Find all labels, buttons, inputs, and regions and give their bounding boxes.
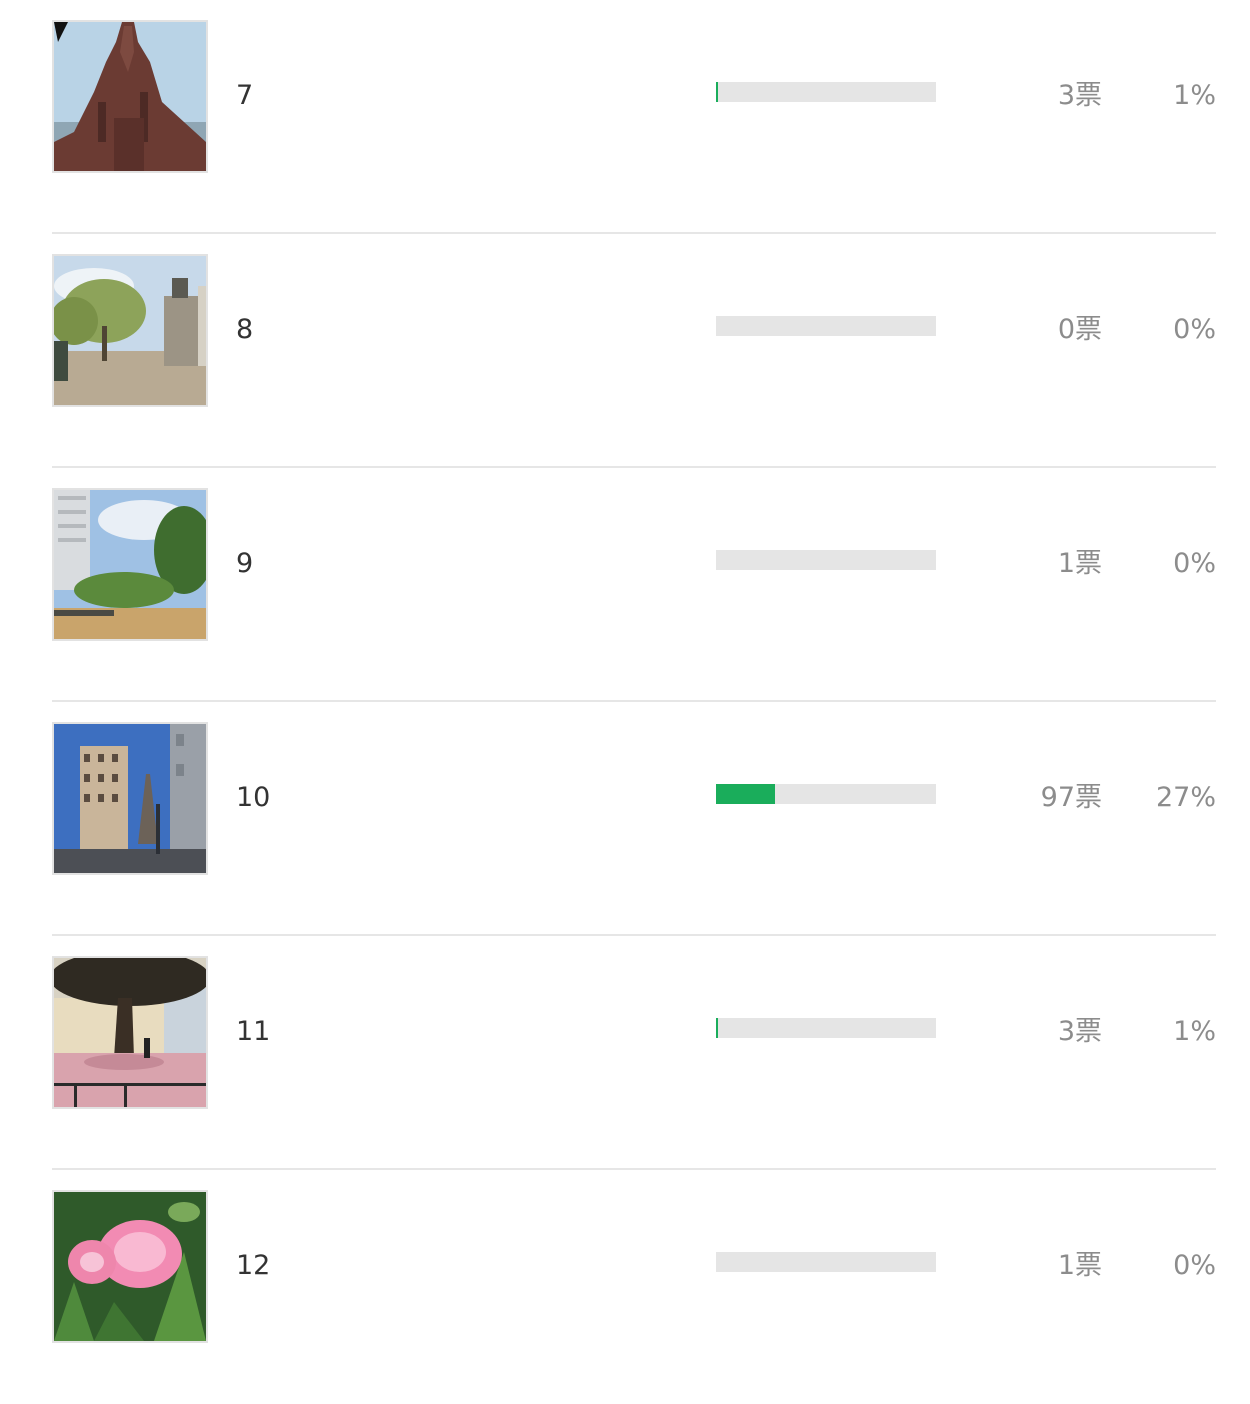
vote-count: 3票 [1057,80,1102,111]
option-number: 12 [236,1250,271,1281]
option-number: 7 [236,80,254,111]
vote-progress-bar [716,1018,936,1038]
cathedral-photo[interactable] [52,20,208,173]
option-number: 11 [236,1016,271,1047]
vote-count: 3票 [1057,1016,1102,1047]
vote-option-row[interactable]: 9 1票 0% [52,468,1216,702]
option-number: 8 [236,314,254,345]
vote-option-row[interactable]: 10 97票 27% [52,702,1216,936]
vote-progress-bar [716,316,936,336]
vote-progress-bar [716,82,936,102]
vote-percent: 1% [1173,1016,1216,1047]
vote-percent: 1% [1173,80,1216,111]
vote-count: 0票 [1057,314,1102,345]
vote-count: 1票 [1057,1250,1102,1281]
vote-option-row[interactable]: 11 3票 1% [52,936,1216,1170]
vote-progress-fill [716,82,719,102]
vote-progress-bar [716,550,936,570]
vote-percent: 0% [1173,1250,1216,1281]
option-number: 10 [236,782,271,813]
vote-option-row[interactable]: 12 1票 0% [52,1170,1216,1404]
vote-progress-fill [716,1018,719,1038]
option-number: 9 [236,548,254,579]
vote-results-list: 7 3票 1% 8 0票 0% 9 1票 0% 10 97票 27% 11 3票… [52,0,1216,1404]
vote-percent: 0% [1173,548,1216,579]
vote-progress-bar [716,1252,936,1272]
square-statue-photo[interactable] [52,254,208,407]
blossom-tree-photo[interactable] [52,956,208,1109]
vote-count: 97票 [1040,782,1102,813]
vote-progress-fill [716,784,776,804]
vote-count: 1票 [1057,548,1102,579]
vote-percent: 0% [1173,314,1216,345]
street-eiffel-photo[interactable] [52,722,208,875]
vote-progress-bar [716,784,936,804]
vote-option-row[interactable]: 8 0票 0% [52,234,1216,468]
pink-peony-photo[interactable] [52,1190,208,1343]
vote-percent: 27% [1155,782,1216,813]
park-photo[interactable] [52,488,208,641]
vote-option-row[interactable]: 7 3票 1% [52,0,1216,234]
